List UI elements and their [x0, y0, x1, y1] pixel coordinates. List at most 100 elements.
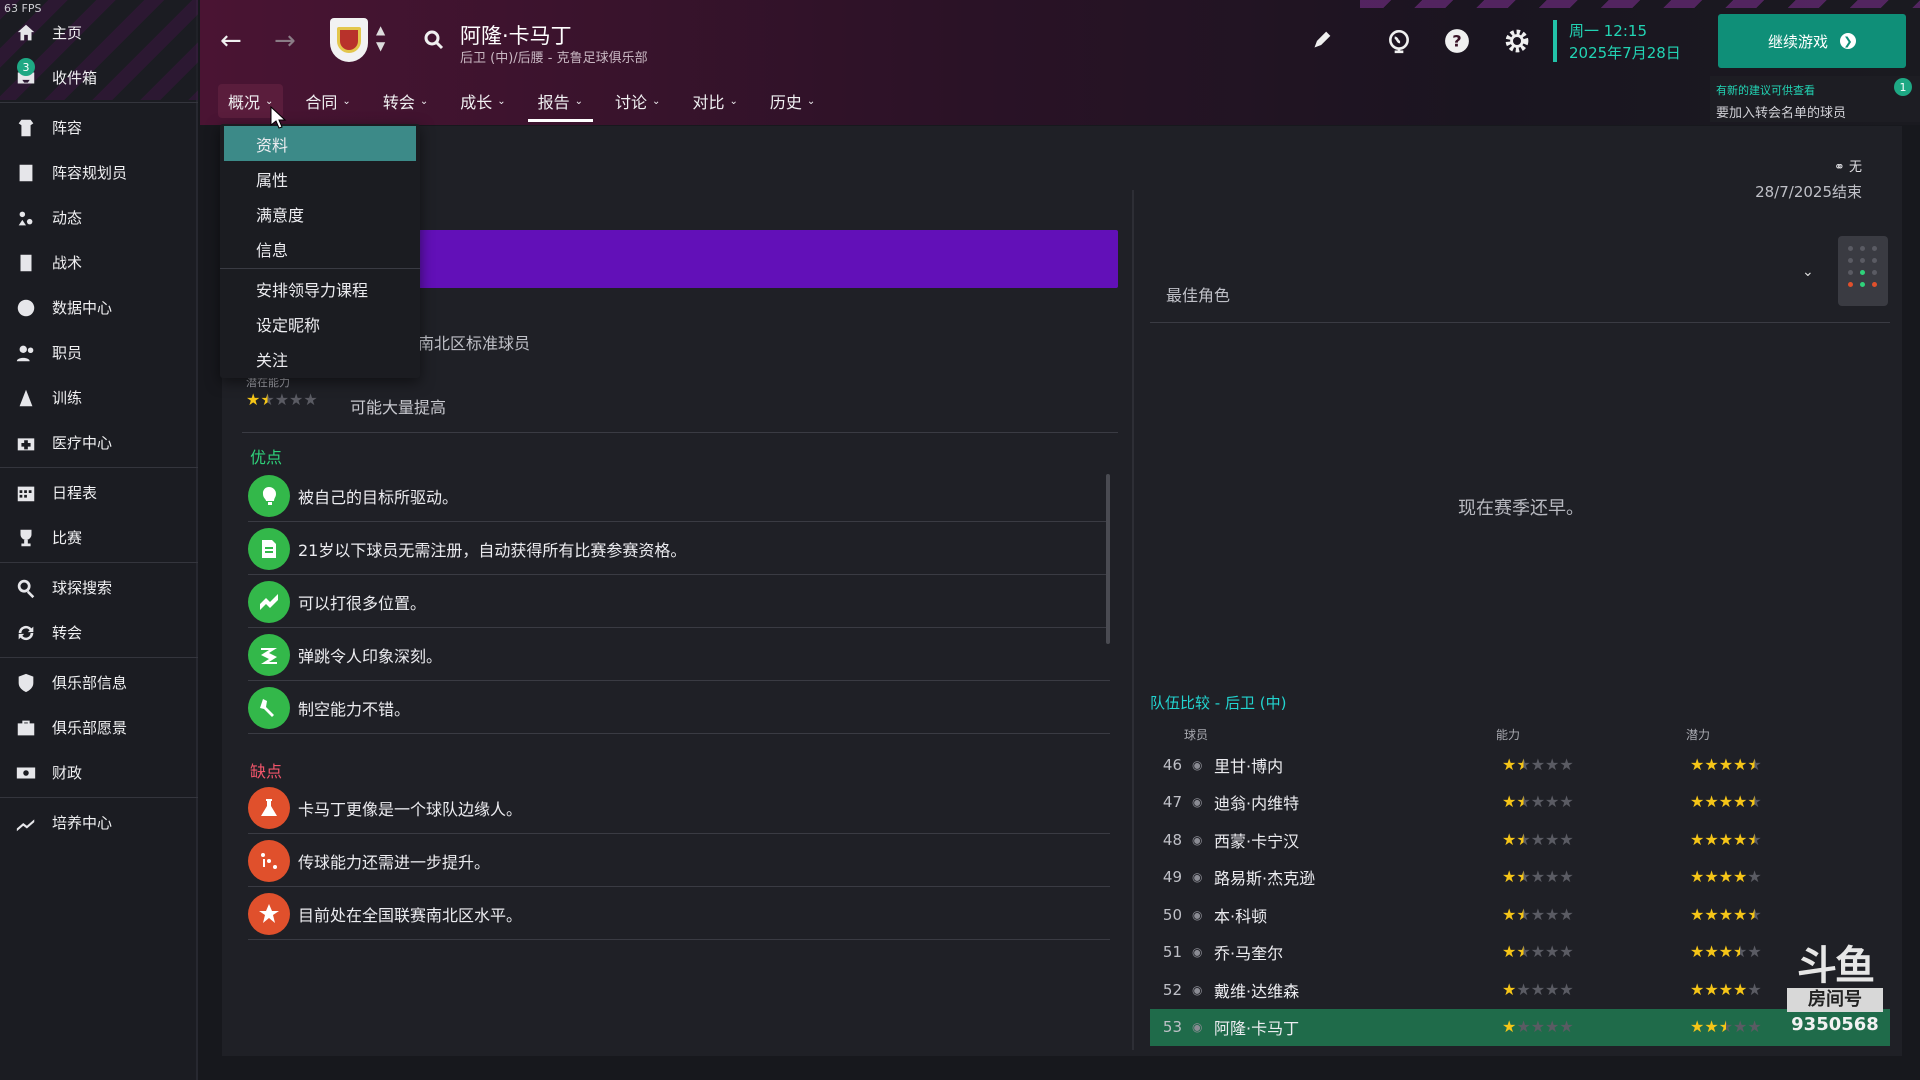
row-player-name[interactable]: 戴维·达维森 [1214, 978, 1504, 1002]
clock-day-time: 周一 12:15 [1569, 22, 1647, 40]
menu-item-info[interactable]: 信息 [220, 231, 420, 266]
help-icon[interactable]: ? [1444, 28, 1470, 58]
club-crest-icon[interactable] [330, 18, 368, 62]
rating-star-icon: ★ [1530, 942, 1546, 961]
sidebar-item-tactics[interactable]: 战术 [0, 240, 198, 285]
tab-reports[interactable]: 报告 ⌄ [527, 84, 594, 122]
rating-star-icon: ★ [1747, 829, 1762, 849]
row-potential-stars: ★ ★ ★ ★ ★ [1690, 1019, 1762, 1035]
rating-star-icon: ★ [1530, 979, 1546, 999]
sidebar-item-squad[interactable]: 阵容 [0, 105, 198, 150]
tab-development[interactable]: 成长 ⌄ [450, 84, 515, 118]
menu-item-attributes[interactable]: 属性 [220, 161, 420, 196]
sidebar-item-label: 主页 [52, 24, 83, 42]
sidebar-item-schedule[interactable]: 日程表 [0, 470, 198, 515]
cons-title: 缺点 [250, 762, 283, 781]
menu-item-follow[interactable]: 关注 [220, 341, 420, 376]
search-icon[interactable] [422, 28, 446, 56]
table-row[interactable]: 47 ◉ 迪翁·内维特 ★ ★ ★ ★ ★ ★ ★ ★ ★ ★ [1150, 784, 1890, 821]
best-role-label[interactable]: 最佳角色 [1166, 282, 1230, 306]
globe-icon[interactable] [1386, 28, 1412, 58]
row-player-name[interactable]: 路易斯·杰克逊 [1214, 865, 1504, 889]
rating-star-icon: ★ [1704, 1017, 1719, 1036]
row-player-name[interactable]: 乔·马奎尔 [1214, 940, 1504, 964]
row-player-name[interactable]: 西蒙·卡宁汉 [1214, 828, 1504, 852]
tab-transfer[interactable]: 转会 ⌄ [373, 84, 438, 118]
pro-text: 弹跳令人印象深刻。 [298, 646, 443, 666]
pro-text: 被自己的目标所驱动。 [298, 487, 459, 507]
sidebar-item-label: 培养中心 [52, 814, 113, 832]
pro-item: 21岁以下球员无需注册，自动获得所有比赛参赛资格。 [248, 523, 1110, 575]
sidebar-item-transfers[interactable]: 转会 [0, 610, 198, 655]
menu-item-happiness[interactable]: 满意度 [220, 196, 420, 231]
edit-pencil-icon[interactable] [1312, 30, 1332, 54]
table-row[interactable]: 52 ◉ 戴维·达维森 ★ ★ ★ ★ ★ ★ ★ ★ ★ ★ [1150, 971, 1890, 1008]
rating-star-icon: ★ [1502, 792, 1517, 811]
rating-star-icon: ★ [1718, 829, 1734, 849]
chevron-down-icon: ⌄ [497, 95, 506, 107]
sidebar-item-dynamics[interactable]: 动态 [0, 195, 198, 240]
chevron-down-icon[interactable]: ⌄ [1802, 264, 1814, 280]
settings-gear-icon[interactable] [1504, 28, 1530, 58]
tab-history[interactable]: 历史 ⌄ [760, 84, 825, 118]
advice-notification[interactable]: 有新的建议可供查看 要加入转会名单的球员 1 [1710, 76, 1920, 122]
document-icon [248, 527, 290, 570]
squad-comparison-title[interactable]: 队伍比较 - 后卫 (中) [1150, 692, 1286, 713]
pro-item: 被自己的目标所驱动。 [248, 470, 1110, 522]
sidebar-item-home[interactable]: 主页 [0, 10, 198, 55]
sidebar-item-club-vision[interactable]: 俱乐部愿景 [0, 705, 198, 750]
tab-discuss[interactable]: 讨论 ⌄ [605, 84, 670, 118]
sidebar-item-training[interactable]: 训练 [0, 375, 198, 420]
forward-arrow-icon[interactable]: → [274, 26, 296, 56]
sidebar-item-data-hub[interactable]: 数据中心 [0, 285, 198, 330]
table-row[interactable]: 46 ◉ 里甘·博内 ★ ★ ★ ★ ★ ★ ★ ★ ★ ★ [1150, 746, 1890, 783]
back-arrow-icon[interactable]: ← [220, 26, 242, 56]
row-player-name[interactable]: 里甘·博内 [1214, 753, 1504, 777]
sidebar-item-medical[interactable]: 医疗中心 [0, 420, 198, 465]
row-player-name[interactable]: 本·科顿 [1214, 903, 1504, 927]
chevron-down-icon: ⌄ [729, 95, 738, 107]
overview-dropdown-menu: 资料 属性 满意度 信息 安排领导力课程 设定昵称 关注 [220, 124, 420, 378]
tactics-icon [14, 251, 38, 275]
table-row[interactable]: 49 ◉ 路易斯·杰克逊 ★ ★ ★ ★ ★ ★ ★ ★ ★ ★ [1150, 859, 1890, 896]
tab-contract[interactable]: 合同 ⌄ [295, 84, 360, 118]
row-ability-stars: ★ ★ ★ ★ ★ [1502, 979, 1574, 999]
menu-item-nickname[interactable]: 设定昵称 [220, 306, 420, 341]
table-row[interactable]: 50 ◉ 本·科顿 ★ ★ ★ ★ ★ ★ ★ ★ ★ ★ [1150, 896, 1890, 933]
transfer-icon [14, 621, 38, 645]
tab-label: 概况 [228, 93, 261, 112]
sidebar-item-label: 阵容 [52, 119, 83, 137]
sidebar-item-scouting[interactable]: 球探搜索 [0, 565, 198, 610]
rating-star-icon: ★ [1545, 792, 1560, 811]
sidebar-item-finances[interactable]: 财政 [0, 750, 198, 795]
pros-title: 优点 [250, 448, 283, 467]
sidebar-item-club-info[interactable]: 俱乐部信息 [0, 660, 198, 705]
potential-stars: ★ ★ ★ ★ ★ [246, 392, 318, 408]
rating-star-icon: ★ [1530, 867, 1546, 886]
player-position-club[interactable]: 后卫 (中)/后腰 - 克鲁足球俱乐部 [460, 47, 648, 66]
table-row[interactable]: 48 ◉ 西蒙·卡宁汉 ★ ★ ★ ★ ★ ★ ★ ★ ★ ★ [1150, 821, 1890, 858]
pitch-position-icon[interactable] [1838, 236, 1888, 306]
sidebar-item-squad-planner[interactable]: 阵容规划员 [0, 150, 198, 195]
row-player-name[interactable]: 阿隆·卡马丁 [1214, 1015, 1504, 1039]
sidebar-item-competitions[interactable]: 比赛 [0, 515, 198, 560]
con-text: 目前处在全国联赛南北区水平。 [298, 905, 523, 925]
table-row[interactable]: 53 ◉ 阿隆·卡马丁 ★ ★ ★ ★ ★ ★ ★ ★ ★ ★ [1150, 1008, 1890, 1046]
pros-scrollbar[interactable] [1106, 474, 1110, 644]
row-rank: 51 [1162, 943, 1182, 961]
menu-item-profile[interactable]: 资料 [224, 126, 416, 161]
sidebar-item-development[interactable]: 培养中心 [0, 800, 198, 845]
sidebar-item-inbox[interactable]: 3 收件箱 [0, 55, 198, 100]
rating-star-icon: ★ [246, 390, 261, 409]
col-header-potential: 潜力 [1686, 728, 1711, 742]
table-row[interactable]: 51 ◉ 乔·马奎尔 ★ ★ ★ ★ ★ ★ ★ ★ ★ ★ [1150, 934, 1890, 971]
tab-compare[interactable]: 对比 ⌄ [682, 84, 747, 118]
menu-item-leadership-course[interactable]: 安排领导力课程 [220, 271, 420, 306]
row-player-name[interactable]: 迪翁·内维特 [1214, 790, 1504, 814]
sidebar-item-staff[interactable]: 职员 [0, 330, 198, 375]
briefcase-icon [14, 716, 38, 740]
con-text: 传球能力还需进一步提升。 [298, 852, 491, 872]
continue-game-button[interactable]: 继续游戏 ❯ [1718, 14, 1906, 68]
player-switch-chevrons-icon[interactable]: ▲ ▼ [376, 22, 385, 54]
rating-star-icon: ★ [1530, 829, 1546, 849]
